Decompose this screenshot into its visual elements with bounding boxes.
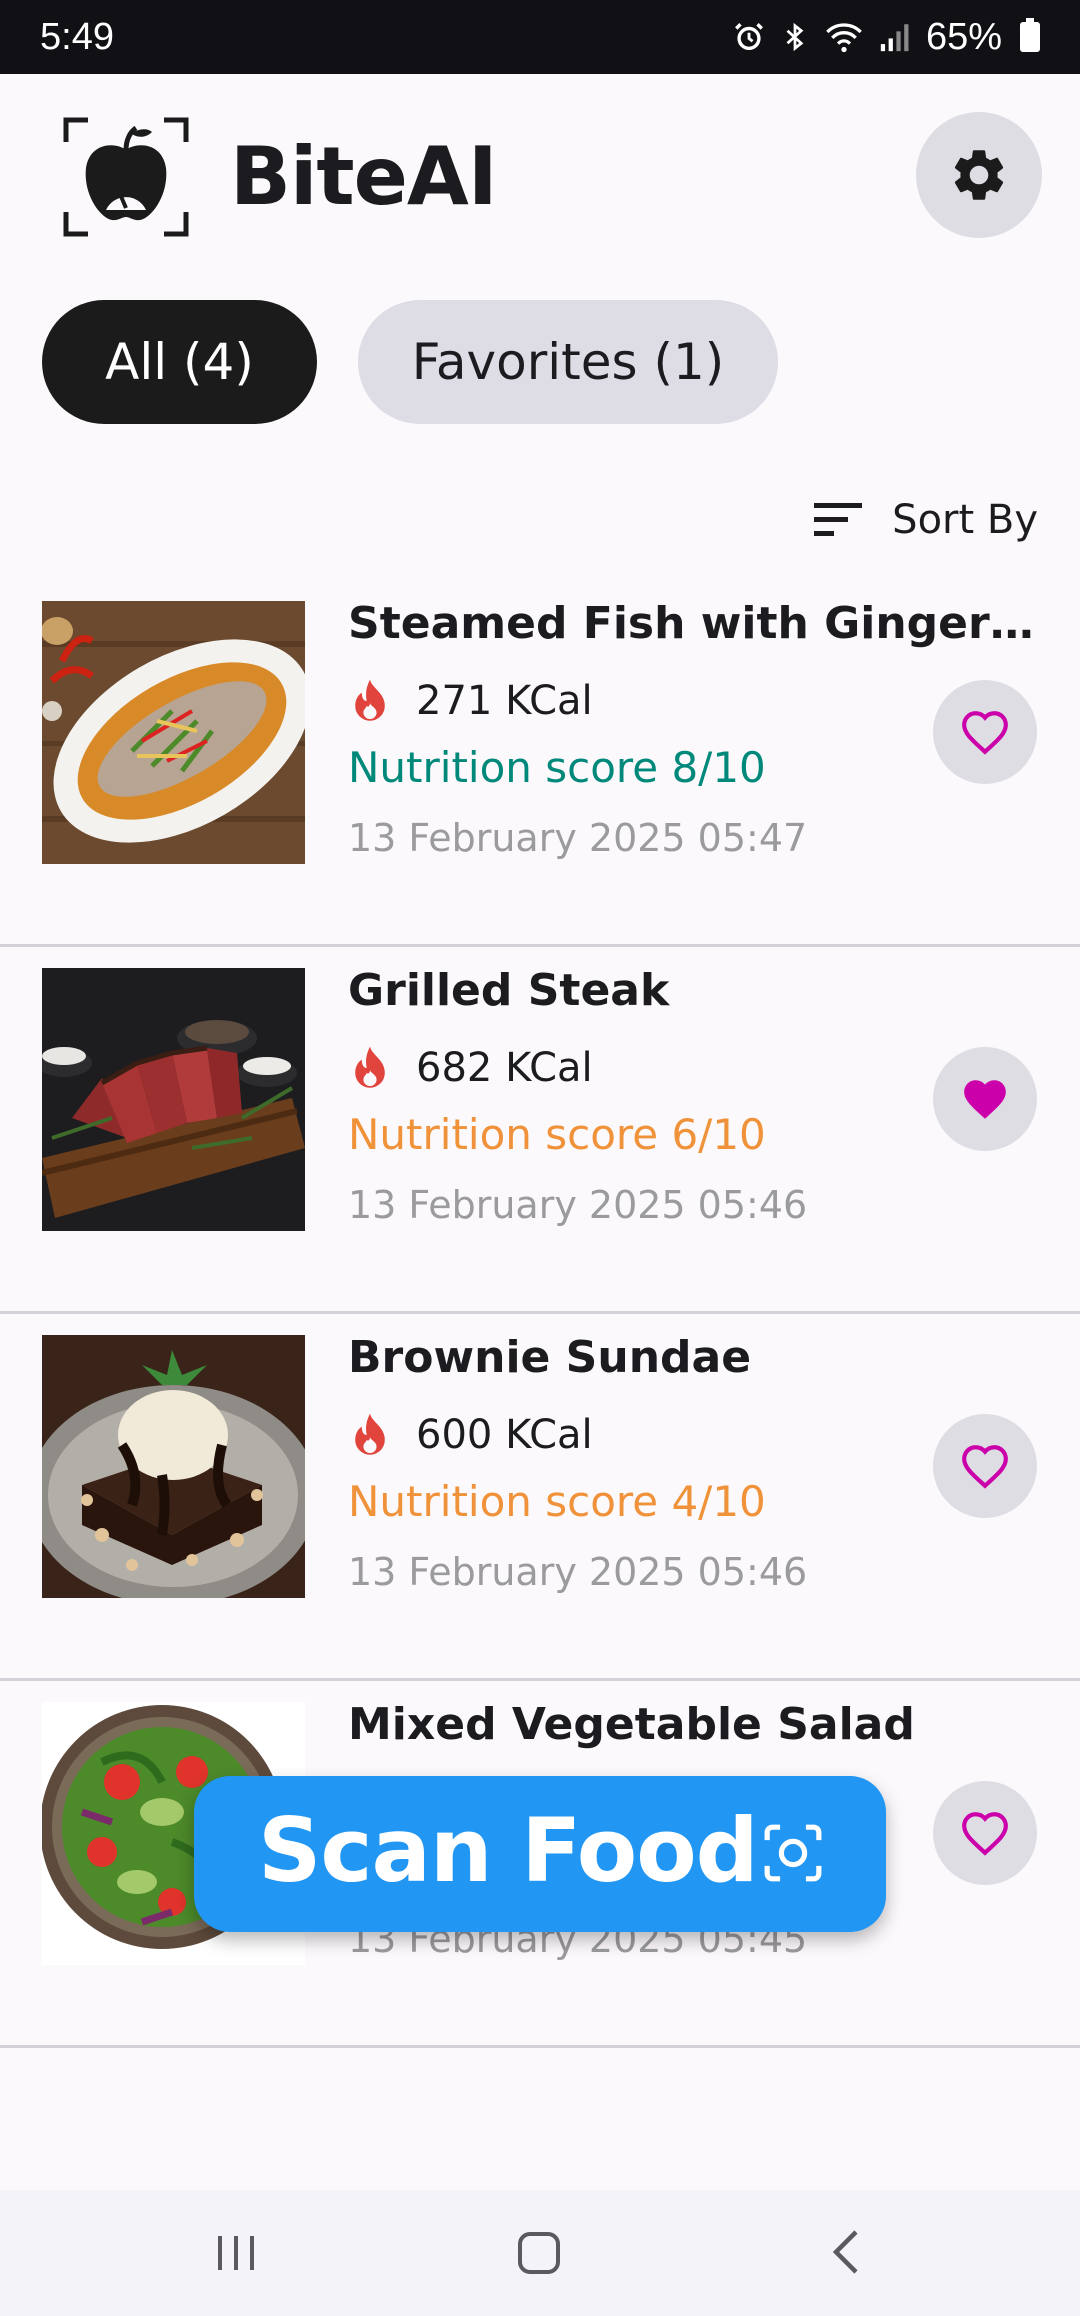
- calories-value: 271 KCal: [416, 678, 593, 724]
- sort-label: Sort By: [892, 497, 1038, 543]
- favorite-button[interactable]: [933, 1781, 1037, 1885]
- calories-value: 600 KCal: [416, 1412, 593, 1458]
- scan-food-label: Scan Food: [258, 1799, 759, 1902]
- app-title: BiteAI: [230, 130, 498, 223]
- favorite-button[interactable]: [933, 1414, 1037, 1518]
- food-name: Mixed Vegetable Salad: [348, 1699, 915, 1750]
- calories-row: 682 KCal: [350, 1045, 593, 1091]
- heart-outline-icon: [962, 1812, 1008, 1856]
- food-date: 13 February 2025 05:46: [348, 1550, 808, 1594]
- sort-icon: [814, 503, 863, 536]
- flame-icon: [355, 1413, 385, 1455]
- status-time: 5:49: [40, 15, 114, 58]
- signal-icon: [880, 24, 909, 52]
- wifi-icon: [826, 23, 862, 53]
- food-list-item[interactable]: Grilled Steak 682 KCal Nutrition score 6…: [0, 947, 1080, 1314]
- food-date: 13 February 2025 05:47: [348, 816, 808, 860]
- status-bar: 5:49 65%: [0, 0, 1080, 74]
- food-name: Steamed Fish with Ginger and...: [348, 598, 1048, 649]
- app-logo-icon: [63, 117, 189, 237]
- bluetooth-icon: [786, 22, 804, 52]
- favorite-button[interactable]: [933, 680, 1037, 784]
- alarm-icon: [734, 23, 763, 51]
- recents-icon[interactable]: [214, 2220, 260, 2284]
- calories-row: 271 KCal: [350, 678, 593, 724]
- sort-button[interactable]: Sort By: [814, 490, 1038, 550]
- system-nav-bar: [0, 2190, 1080, 2316]
- food-thumbnail: [42, 968, 305, 1231]
- status-icons: 65%: [732, 16, 1040, 59]
- nutrition-score: Nutrition score 8/10: [348, 743, 766, 792]
- flame-icon: [355, 679, 385, 721]
- battery-icon: [1020, 18, 1040, 52]
- food-list-item[interactable]: Brownie Sundae 600 KCal Nutrition score …: [0, 1314, 1080, 1681]
- scan-food-button[interactable]: Scan Food: [194, 1776, 886, 1932]
- favorite-button[interactable]: [933, 1047, 1037, 1151]
- gear-icon: [954, 150, 1004, 200]
- nutrition-score: Nutrition score 6/10: [348, 1110, 766, 1159]
- app-header: BiteAI: [0, 74, 1080, 274]
- home-icon[interactable]: [516, 2220, 564, 2284]
- food-thumbnail: [42, 601, 305, 864]
- filter-all-chip[interactable]: All (4): [42, 300, 317, 424]
- food-name: Grilled Steak: [348, 965, 670, 1016]
- battery-percent: 65%: [925, 15, 1002, 58]
- camera-scan-icon: [764, 1824, 822, 1882]
- filter-favorites-chip[interactable]: Favorites (1): [358, 300, 778, 424]
- back-icon[interactable]: [826, 2220, 866, 2284]
- heart-outline-icon: [962, 711, 1008, 755]
- calories-row: 600 KCal: [350, 1412, 593, 1458]
- food-list-item[interactable]: Steamed Fish with Ginger and... 271 KCal…: [0, 580, 1080, 947]
- food-name: Brownie Sundae: [348, 1332, 752, 1383]
- calories-value: 682 KCal: [416, 1045, 593, 1091]
- nutrition-score: Nutrition score 4/10: [348, 1477, 766, 1526]
- food-thumbnail: [42, 1335, 305, 1598]
- heart-outline-icon: [962, 1445, 1008, 1489]
- flame-icon: [355, 1046, 385, 1088]
- settings-button[interactable]: [916, 112, 1042, 238]
- heart-filled-icon: [964, 1080, 1006, 1119]
- food-date: 13 February 2025 05:46: [348, 1183, 808, 1227]
